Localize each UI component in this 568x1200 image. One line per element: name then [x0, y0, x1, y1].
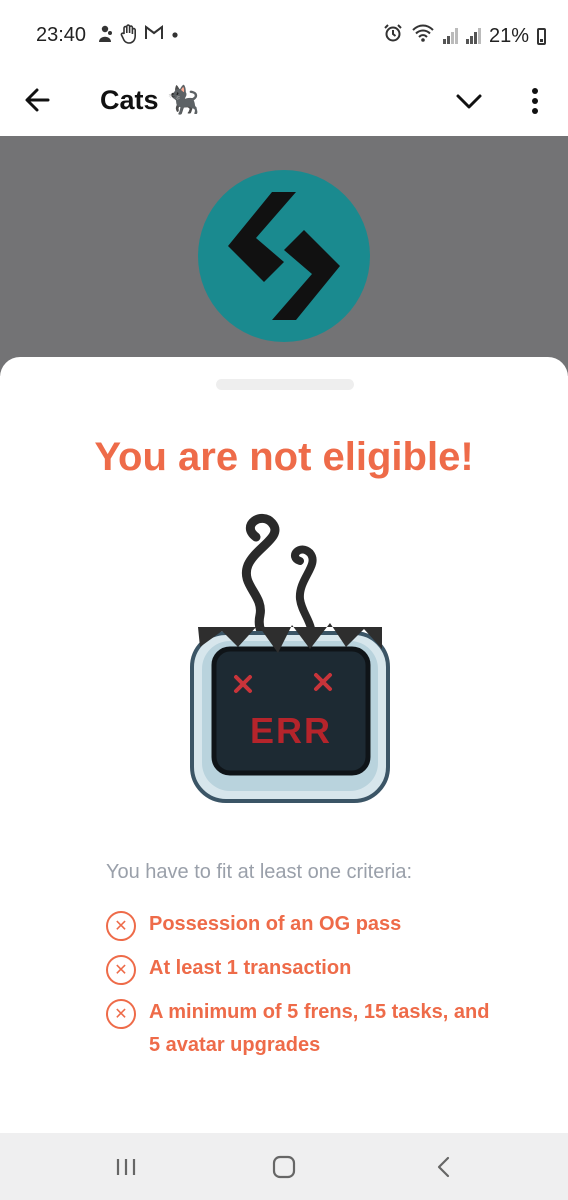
home-button[interactable] — [264, 1151, 304, 1183]
notification-icons — [96, 24, 180, 49]
more-options-button[interactable] — [520, 82, 550, 118]
criterion-item: ✕ At least 1 transaction — [106, 955, 506, 985]
criterion-text: Possession of an OG pass — [149, 913, 402, 935]
app-bar: Cats 🐈‍⬛ — [0, 68, 568, 136]
status-time: 23:40 — [36, 24, 87, 46]
criteria-list: ✕ Possession of an OG pass ✕ At least 1 … — [106, 911, 506, 1078]
battery-icon — [537, 27, 546, 45]
criterion-item: ✕ Possession of an OG pass — [106, 911, 506, 941]
home-icon — [272, 1155, 296, 1179]
dropdown-button[interactable] — [452, 84, 486, 118]
more-vertical-icon — [532, 88, 538, 114]
status-bar: 23:40 21% — [0, 0, 568, 68]
signal-icon — [465, 28, 481, 44]
recents-icon — [116, 1159, 136, 1175]
x-circle-icon: ✕ — [106, 911, 136, 941]
criteria-intro: You have to fit at least one criteria: — [106, 861, 413, 883]
bitget-logo — [198, 170, 370, 342]
bottom-sheet: You are not eligible! ERR You have to fi… — [0, 357, 568, 1133]
x-circle-icon: ✕ — [106, 955, 136, 985]
chevron-left-icon — [437, 1156, 450, 1178]
err-label: ERR — [250, 710, 332, 751]
criterion-text: A minimum of 5 frens, 15 tasks, and 5 av… — [149, 1001, 490, 1056]
x-circle-icon: ✕ — [106, 999, 136, 1029]
criterion-item: ✕ A minimum of 5 frens, 15 tasks, and 5 … — [106, 999, 506, 1062]
recents-button[interactable] — [106, 1151, 146, 1183]
nav-back-button[interactable] — [424, 1151, 464, 1183]
sheet-title: You are not eligible! — [94, 435, 474, 479]
criterion-text: At least 1 transaction — [149, 957, 352, 979]
status-right: 21% — [383, 23, 546, 49]
system-nav-bar — [0, 1133, 568, 1200]
hand-icon — [120, 24, 138, 49]
alarm-icon — [383, 23, 403, 49]
gmail-icon — [144, 24, 164, 49]
battery-percent: 21% — [488, 24, 529, 47]
person-icon — [96, 24, 114, 49]
sheet-handle[interactable] — [216, 379, 354, 390]
chevron-down-icon — [456, 94, 482, 109]
back-button[interactable] — [20, 82, 56, 118]
signal-icon — [442, 28, 458, 44]
dot-icon — [170, 24, 180, 49]
broken-computer-err-icon: ERR — [160, 507, 450, 807]
arrow-left-icon — [25, 88, 50, 112]
wifi-icon — [411, 23, 435, 49]
chat-title: Cats 🐈‍⬛ — [100, 85, 200, 115]
